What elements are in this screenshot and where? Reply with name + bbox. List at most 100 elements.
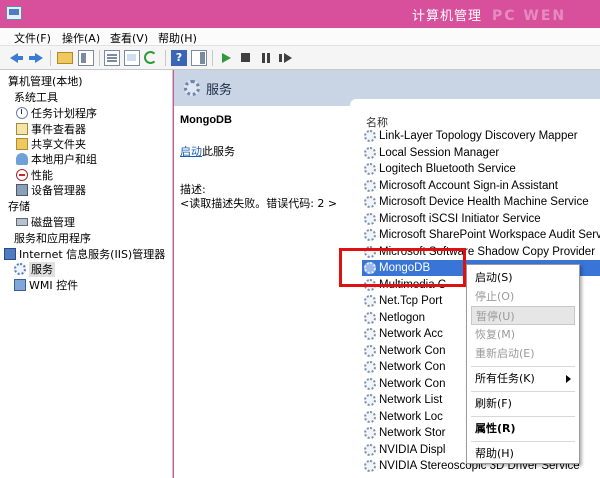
context-menu: 启动(S) 停止(O) 暂停(U) 恢复(M) 重新启动(E) 所有任务(K) … xyxy=(466,264,580,464)
menu-start[interactable]: 启动(S) xyxy=(467,268,579,287)
tree-node-label: Internet 信息服务(IIS)管理器 xyxy=(19,248,166,261)
pane-title: 服务 xyxy=(206,83,233,98)
service-row-label: Network Con xyxy=(379,377,446,390)
properties-icon[interactable] xyxy=(104,50,120,66)
tree-node-label: 系统工具 xyxy=(14,91,58,104)
export-list-icon[interactable] xyxy=(124,50,140,66)
service-gear-icon xyxy=(364,163,376,175)
service-gear-icon xyxy=(364,229,376,241)
service-gear-icon xyxy=(364,427,376,439)
menu-file[interactable]: 文件(F) xyxy=(14,30,51,46)
tree-node-label: 本地用户和组 xyxy=(31,153,97,166)
highlight-box xyxy=(339,248,466,287)
window-title: 计算机管理 xyxy=(412,9,483,24)
menu-help-item[interactable]: 帮助(H) xyxy=(467,444,579,463)
start-service-text: 启动此服务 xyxy=(180,143,235,159)
computer-management-icon xyxy=(6,6,22,20)
service-row-label: Network List xyxy=(379,394,443,406)
wmi-icon xyxy=(14,279,26,291)
service-name: MongoDB xyxy=(180,114,232,126)
service-gear-icon xyxy=(364,328,376,340)
tree-node-label: 共享文件夹 xyxy=(31,138,86,151)
service-row[interactable]: Microsoft iSCSI Initiator Service xyxy=(362,211,600,227)
refresh-icon[interactable] xyxy=(144,51,157,64)
tree-node-label: 存储 xyxy=(8,200,30,213)
menu-stop[interactable]: 停止(O) xyxy=(467,287,579,306)
gear-icon xyxy=(184,80,200,96)
forward-arrow-icon[interactable] xyxy=(28,50,44,66)
console-tree: 算机管理(本地) 系统工具 任务计划程序 事件查看器 共享文件夹 本地用户和组 … xyxy=(0,70,173,478)
start-service-icon[interactable] xyxy=(218,50,234,66)
help-icon[interactable]: ? xyxy=(171,50,187,66)
menu-properties[interactable]: 属性(R) xyxy=(467,419,579,438)
tree-node-label: 服务 xyxy=(29,262,55,277)
service-row[interactable]: Link-Layer Topology Discovery Mapper xyxy=(362,128,600,144)
pause-service-icon[interactable] xyxy=(258,50,274,66)
tree-node-label: 磁盘管理 xyxy=(31,216,75,229)
service-row-label: Microsoft SharePoint Workspace Audit Ser… xyxy=(379,229,600,241)
start-service-link[interactable]: 启动 xyxy=(180,145,202,158)
toolbar: ? xyxy=(0,46,600,70)
service-row[interactable]: Microsoft SharePoint Workspace Audit Ser… xyxy=(362,227,600,243)
show-hide-tree-icon[interactable] xyxy=(78,50,94,66)
toolbar-separator xyxy=(212,50,213,66)
up-folder-icon[interactable] xyxy=(57,52,73,64)
service-gear-icon xyxy=(364,295,376,307)
back-arrow-icon[interactable] xyxy=(8,50,24,66)
service-row-label: Net.Tcp Port xyxy=(379,295,443,307)
service-row-label: Netlogon xyxy=(379,311,426,324)
shared-folder-icon xyxy=(16,138,28,150)
service-row[interactable]: Local Session Manager xyxy=(362,145,600,161)
service-row-label: Network Stor xyxy=(379,427,446,439)
service-row[interactable]: Microsoft Account Sign-in Assistant xyxy=(362,178,600,194)
service-gear-icon xyxy=(364,394,376,406)
menu-refresh[interactable]: 刷新(F) xyxy=(467,394,579,413)
service-row-label: Microsoft Account Sign-in Assistant xyxy=(379,179,558,192)
stop-service-icon[interactable] xyxy=(238,50,254,66)
tree-node-label: 任务计划程序 xyxy=(31,107,97,120)
service-row-label: NVIDIA Displ xyxy=(379,443,446,456)
service-gear-icon xyxy=(364,130,376,142)
menu-bar: 文件(F) 操作(A) 查看(V) 帮助(H) xyxy=(0,28,600,46)
service-row[interactable]: Logitech Bluetooth Service xyxy=(362,161,600,177)
restart-service-icon[interactable] xyxy=(278,50,294,66)
service-row-label: Network Loc xyxy=(379,410,443,423)
toolbar-separator xyxy=(99,50,100,66)
menu-resume[interactable]: 恢复(M) xyxy=(467,325,579,344)
tree-node-label: 事件查看器 xyxy=(31,123,86,136)
service-gear-icon xyxy=(364,377,376,390)
title-bar: 计算机管理 PC WEN xyxy=(0,0,600,28)
menu-pause[interactable]: 暂停(U) xyxy=(471,306,575,325)
services-header: 服务 xyxy=(174,70,600,106)
menu-restart[interactable]: 重新启动(E) xyxy=(467,344,579,363)
watermark: PC WEN xyxy=(492,8,567,24)
service-row[interactable]: Microsoft Device Health Machine Service xyxy=(362,194,600,210)
service-row-label: Microsoft Device Health Machine Service xyxy=(379,196,589,208)
service-gear-icon xyxy=(364,179,376,192)
service-gear-icon xyxy=(364,311,376,324)
service-row-label: Link-Layer Topology Discovery Mapper xyxy=(379,130,578,142)
service-row-label: Logitech Bluetooth Service xyxy=(379,163,516,175)
service-gear-icon xyxy=(364,410,376,423)
start-suffix: 此服务 xyxy=(202,145,235,158)
extended-tab-edge xyxy=(350,99,600,106)
service-row-label: Network Con xyxy=(379,361,446,373)
service-gear-icon xyxy=(364,443,376,456)
tree-node-label: 算机管理(本地) xyxy=(8,75,83,88)
performance-icon xyxy=(16,169,28,181)
menu-view[interactable]: 查看(V) xyxy=(110,30,148,46)
menu-help[interactable]: 帮助(H) xyxy=(158,30,197,46)
tree-node-label: 服务和应用程序 xyxy=(14,232,91,245)
tree-node-label: 设备管理器 xyxy=(31,184,86,197)
menu-separator xyxy=(471,416,575,417)
action-pane-icon[interactable] xyxy=(191,50,207,66)
toolbar-separator xyxy=(165,50,166,66)
event-log-icon xyxy=(16,123,28,135)
service-row-label: Local Session Manager xyxy=(379,146,500,159)
service-gear-icon xyxy=(364,212,376,225)
tree-node-label: WMI 控件 xyxy=(29,279,79,292)
menu-action[interactable]: 操作(A) xyxy=(62,30,100,46)
service-row-label: Network Acc xyxy=(379,328,443,340)
menu-all-tasks[interactable]: 所有任务(K) xyxy=(467,369,579,388)
device-manager-icon xyxy=(16,184,28,196)
